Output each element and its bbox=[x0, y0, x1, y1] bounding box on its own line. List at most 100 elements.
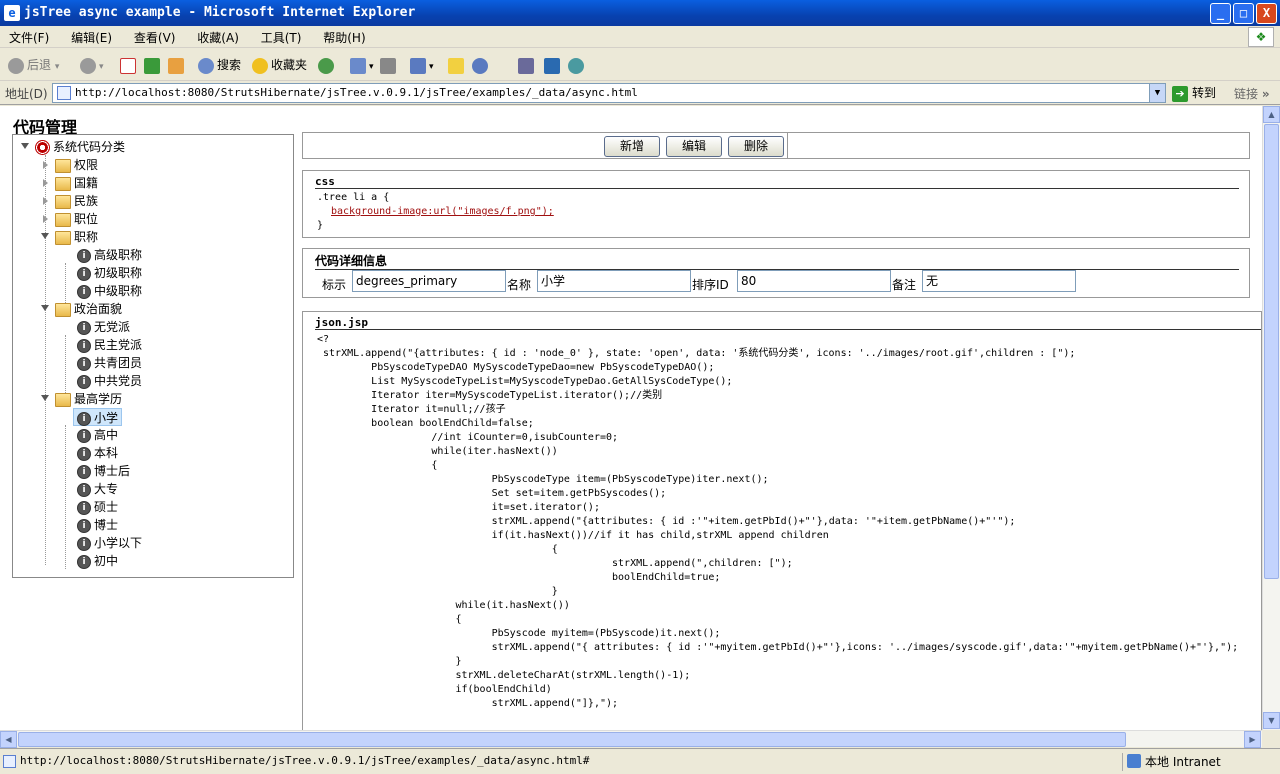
add-button[interactable]: 新增 bbox=[604, 136, 660, 157]
tree-root[interactable]: 系统代码分类 bbox=[21, 138, 125, 156]
media-button[interactable] bbox=[544, 55, 563, 75]
tree-label: 职位 bbox=[74, 212, 99, 226]
maximize-button[interactable]: □ bbox=[1233, 3, 1254, 24]
tree-label: 民主党派 bbox=[94, 338, 143, 352]
page-icon bbox=[57, 86, 71, 100]
tree-item-political[interactable]: 政治面貌 bbox=[41, 300, 122, 318]
css-box: css .tree li a { background-image:url("i… bbox=[302, 170, 1250, 238]
close-button[interactable]: X bbox=[1256, 3, 1277, 24]
favorites-button[interactable]: 收藏夹 bbox=[252, 55, 307, 75]
css-line-1: .tree li a { bbox=[317, 192, 390, 203]
tree-leaf-selected[interactable]: i 小学 bbox=[73, 408, 123, 426]
scroll-up-icon[interactable]: ▲ bbox=[1263, 106, 1280, 123]
code-line: { bbox=[317, 460, 438, 471]
tree-item-ethnicity[interactable]: 民族 bbox=[41, 192, 98, 210]
collapse-icon[interactable] bbox=[21, 143, 29, 149]
tree-leaf[interactable]: i 博士 bbox=[77, 516, 118, 534]
scroll-right-icon[interactable]: ▶ bbox=[1244, 731, 1261, 748]
css-line-2: background-image:url("images/f.png"); bbox=[331, 206, 554, 217]
address-label: 地址(D) bbox=[5, 87, 48, 101]
code-line: it=set.iterator(); bbox=[317, 502, 600, 513]
tree-label: 共青团员 bbox=[94, 356, 143, 370]
menu-help[interactable]: 帮助(H) bbox=[314, 26, 374, 49]
tree-leaf[interactable]: i 高中 bbox=[77, 426, 118, 444]
print-button[interactable] bbox=[380, 55, 399, 75]
folder-icon bbox=[55, 212, 71, 227]
tree-item-title[interactable]: 职称 bbox=[41, 228, 98, 246]
notes-icon bbox=[448, 57, 464, 74]
refresh-button[interactable] bbox=[144, 55, 163, 75]
code-line: Iterator iter=MySyscodeTypeList.iterator… bbox=[317, 390, 663, 401]
menu-tools[interactable]: 工具(T) bbox=[252, 26, 311, 49]
tree-leaf[interactable]: i 无党派 bbox=[77, 318, 130, 336]
code-line: } bbox=[317, 586, 558, 597]
menu-bar: 文件(F) 编辑(E) 查看(V) 收藏(A) 工具(T) 帮助(H) bbox=[0, 26, 1280, 48]
links-button[interactable]: 链接 » bbox=[1234, 85, 1270, 102]
vertical-scroll-thumb[interactable] bbox=[1264, 124, 1279, 579]
leaf-icon: i bbox=[77, 338, 91, 353]
code-line: strXML.append("]},"); bbox=[317, 698, 619, 709]
address-dropdown-icon[interactable]: ▼ bbox=[1149, 84, 1165, 102]
scroll-down-icon[interactable]: ▼ bbox=[1263, 712, 1280, 729]
folder-icon bbox=[55, 392, 71, 407]
tree-label: 中共党员 bbox=[94, 374, 143, 388]
search-button[interactable]: 搜索 bbox=[198, 55, 241, 75]
tools-extra-button[interactable] bbox=[568, 55, 587, 75]
note-field[interactable]: 无 bbox=[922, 270, 1076, 292]
leaf-icon: i bbox=[77, 320, 91, 335]
go-button[interactable]: ➔ 转到 bbox=[1172, 84, 1216, 102]
tree-item-education[interactable]: 最高学历 bbox=[41, 390, 122, 408]
tree-leaf[interactable]: i 初中 bbox=[77, 552, 118, 570]
tree-item-permission[interactable]: 权限 bbox=[41, 156, 98, 174]
history-icon bbox=[318, 57, 334, 74]
horizontal-scrollbar[interactable]: ◀ ▶ bbox=[0, 730, 1262, 748]
stop-button[interactable] bbox=[120, 55, 139, 75]
tree-leaf[interactable]: i 民主党派 bbox=[77, 336, 142, 354]
menu-favorites[interactable]: 收藏(A) bbox=[188, 26, 248, 49]
tree-leaf[interactable]: i 博士后 bbox=[77, 462, 130, 480]
notes-button[interactable] bbox=[448, 55, 467, 75]
tree-leaf[interactable]: i 中级职称 bbox=[77, 282, 142, 300]
mail-button[interactable]: ▾ bbox=[350, 55, 374, 75]
tree-item-position[interactable]: 职位 bbox=[41, 210, 98, 228]
leaf-icon: i bbox=[77, 464, 91, 479]
tree-leaf[interactable]: i 中共党员 bbox=[77, 372, 142, 390]
edit-button[interactable]: 编辑 bbox=[666, 136, 722, 157]
tree-leaf[interactable]: i 大专 bbox=[77, 480, 118, 498]
address-input[interactable]: http://localhost:8080/StrutsHibernate/js… bbox=[52, 83, 1166, 103]
edit-page-button[interactable]: ▾ bbox=[410, 55, 434, 75]
tree-leaf[interactable]: i 小学以下 bbox=[77, 534, 142, 552]
menu-file[interactable]: 文件(F) bbox=[0, 26, 58, 49]
code-line: strXML.append("{attributes: { id : 'node… bbox=[317, 348, 1076, 359]
tree-leaf[interactable]: i 共青团员 bbox=[77, 354, 142, 372]
code-line: strXML.append("{ attributes: { id :'"+my… bbox=[317, 642, 1239, 653]
folder-icon bbox=[55, 230, 71, 245]
root-icon bbox=[35, 140, 50, 155]
messenger-button[interactable] bbox=[472, 55, 491, 75]
history-button[interactable] bbox=[318, 55, 337, 75]
order-field[interactable]: 80 bbox=[737, 270, 891, 292]
tree-label: 职称 bbox=[74, 230, 99, 244]
zone-label: 本地 Intranet bbox=[1145, 755, 1221, 769]
research-button[interactable] bbox=[518, 55, 537, 75]
minimize-button[interactable]: _ bbox=[1210, 3, 1231, 24]
home-button[interactable] bbox=[168, 55, 187, 75]
tree-label: 最高学历 bbox=[74, 392, 123, 406]
vertical-scrollbar[interactable]: ▲ ▼ bbox=[1262, 106, 1280, 730]
menu-edit[interactable]: 编辑(E) bbox=[62, 26, 121, 49]
menu-view[interactable]: 查看(V) bbox=[125, 26, 185, 49]
scroll-left-icon[interactable]: ◀ bbox=[0, 731, 17, 748]
name-field[interactable]: 小学 bbox=[537, 270, 691, 292]
id-field[interactable]: degrees_primary bbox=[352, 270, 506, 292]
tree-leaf[interactable]: i 初级职称 bbox=[77, 264, 142, 282]
tree-leaf[interactable]: i 高级职称 bbox=[77, 246, 142, 264]
tree-item-nationality[interactable]: 国籍 bbox=[41, 174, 98, 192]
back-button[interactable]: 后退 ▾ bbox=[8, 55, 59, 75]
forward-button[interactable]: ▾ bbox=[80, 55, 104, 75]
address-url: http://localhost:8080/StrutsHibernate/js… bbox=[75, 86, 638, 99]
delete-button[interactable]: 删除 bbox=[728, 136, 784, 157]
tree-leaf[interactable]: i 硕士 bbox=[77, 498, 118, 516]
search-icon bbox=[198, 57, 214, 74]
tree-leaf[interactable]: i 本科 bbox=[77, 444, 118, 462]
horizontal-scroll-thumb[interactable] bbox=[18, 732, 1126, 747]
